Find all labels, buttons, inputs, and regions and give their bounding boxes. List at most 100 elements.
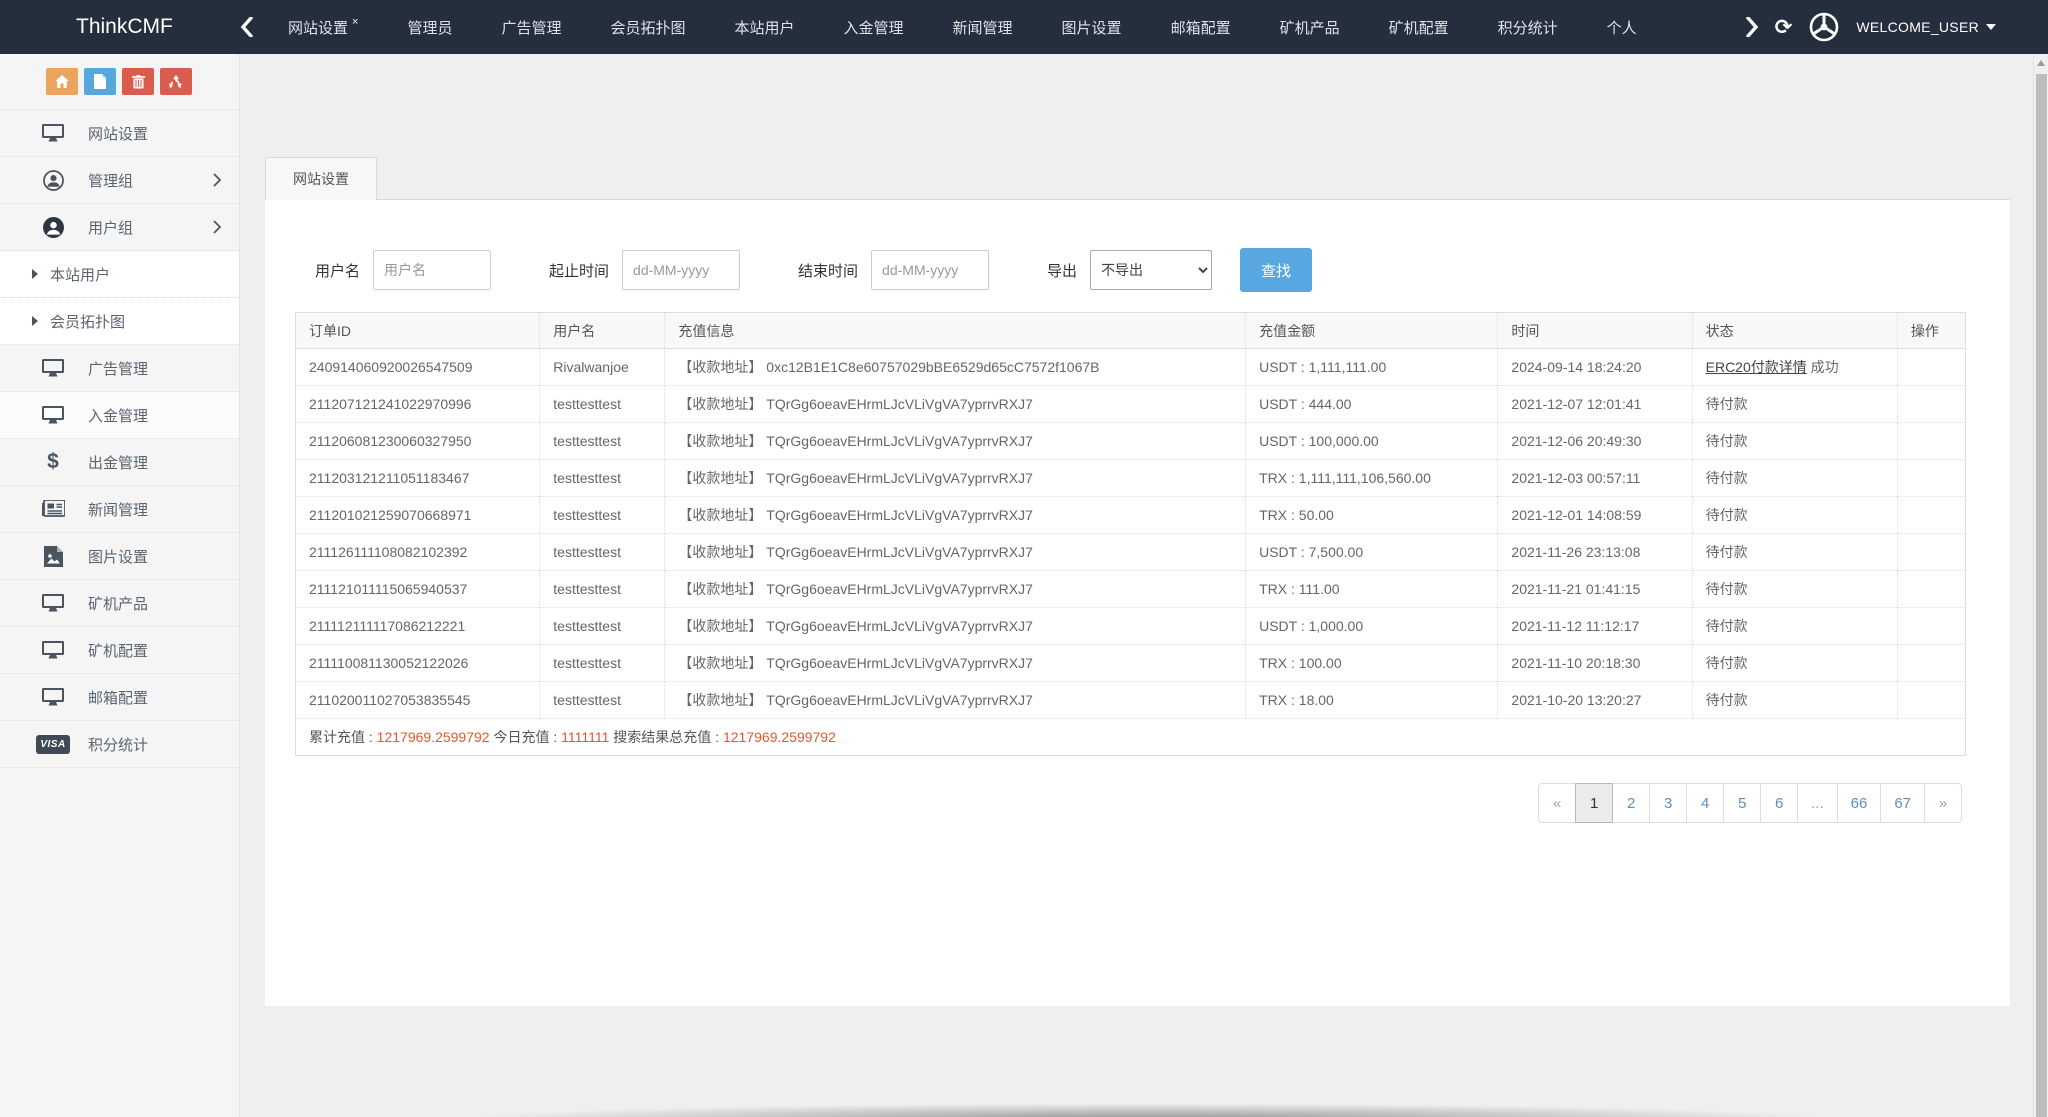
cell-actions (1897, 423, 1965, 460)
end-date-input[interactable] (871, 250, 989, 290)
sidebar-item-label: 矿机配置 (88, 640, 221, 661)
file-button[interactable] (84, 68, 116, 95)
nav-item-mailbox[interactable]: 邮箱配置 (1171, 17, 1231, 38)
table-row: 211201021259070668971 testtesttest 【收款地址… (296, 497, 1966, 534)
nav-item-miner-products[interactable]: 矿机产品 (1280, 17, 1340, 38)
nav-item-deposits[interactable]: 入金管理 (844, 17, 904, 38)
search-total-value: 1217969.2599792 (723, 729, 836, 745)
vertical-scrollbar[interactable] (2033, 54, 2048, 1117)
table-row: 211126111108082102392 testtesttest 【收款地址… (296, 534, 1966, 571)
sidebar-item-miner-products[interactable]: 矿机产品 (0, 580, 239, 627)
nav-item-member-topology[interactable]: 会员拓扑图 (610, 17, 685, 38)
avatar-wheel-icon[interactable] (1808, 11, 1840, 43)
page-next-button[interactable]: » (1924, 783, 1962, 823)
refresh-icon[interactable]: ⟳ (1775, 17, 1793, 38)
page-6-button[interactable]: 6 (1760, 783, 1798, 823)
tab-website-settings[interactable]: 网站设置 (265, 157, 377, 200)
cell-status: 待付款 (1692, 534, 1897, 571)
table-row: 211110081130052122026 testtesttest 【收款地址… (296, 645, 1966, 682)
sidebar-item-mailbox[interactable]: 邮箱配置 (0, 674, 239, 721)
recycle-button[interactable] (160, 68, 192, 95)
sidebar-item-label: 图片设置 (88, 546, 221, 567)
tab-bar: 网站设置 (265, 157, 2010, 200)
table-row: 240914060920026547509 Rivalwanjoe 【收款地址】… (296, 349, 1966, 386)
nav-item-news[interactable]: 新闻管理 (953, 17, 1013, 38)
username-label: 用户名 (315, 260, 360, 281)
username-input[interactable] (373, 250, 491, 290)
sidebar-item-user-group[interactable]: 用户组 (0, 204, 239, 251)
page-2-button[interactable]: 2 (1612, 783, 1650, 823)
monitor-icon (40, 641, 66, 660)
cell-amount: USDT : 1,111,111.00 (1246, 349, 1498, 386)
sidebar-item-miner-config[interactable]: 矿机配置 (0, 627, 239, 674)
cell-deposit-info: 【收款地址】 TQrGg6oeavEHrmLJcVLiVgVA7yprrvRXJ… (665, 460, 1246, 497)
col-actions: 操作 (1897, 313, 1965, 349)
sidebar-item-label: 用户组 (88, 217, 213, 238)
cell-order-id: 240914060920026547509 (296, 349, 540, 386)
col-deposit-info: 充值信息 (665, 313, 1246, 349)
sidebar-item-points-stats[interactable]: VISA 积分统计 (0, 721, 239, 768)
sidebar-subitem-member-topology[interactable]: 会员拓扑图 (0, 298, 239, 345)
trash-button[interactable] (122, 68, 154, 95)
sidebar-collapse-button[interactable] (240, 17, 274, 37)
sidebar-item-label: 邮箱配置 (88, 687, 221, 708)
cell-time: 2021-11-10 20:18:30 (1498, 645, 1692, 682)
cell-order-id: 211203121211051183467 (296, 460, 540, 497)
home-button[interactable] (46, 68, 78, 95)
scrollbar-thumb[interactable] (2036, 74, 2047, 1117)
cell-time: 2021-10-20 13:20:27 (1498, 682, 1692, 719)
search-total-label: 搜索结果总充值 : (609, 729, 723, 745)
nav-item-website-settings[interactable]: 网站设置× (288, 17, 358, 38)
table-row: 211203121211051183467 testtesttest 【收款地址… (296, 460, 1966, 497)
cell-status: 待付款 (1692, 682, 1897, 719)
sidebar-subitem-site-users[interactable]: 本站用户 (0, 251, 239, 298)
col-status: 状态 (1692, 313, 1897, 349)
nav-item-points-stats[interactable]: 积分统计 (1498, 17, 1558, 38)
page-5-button[interactable]: 5 (1723, 783, 1761, 823)
cell-status: 待付款 (1692, 386, 1897, 423)
cell-order-id: 211201021259070668971 (296, 497, 540, 534)
col-order-id: 订单ID (296, 313, 540, 349)
cell-amount: TRX : 1,111,111,106,560.00 (1246, 460, 1498, 497)
scroll-up-button[interactable] (2034, 54, 2048, 72)
export-select[interactable]: 不导出 (1090, 250, 1212, 290)
dollar-icon: $ (40, 450, 66, 474)
close-icon[interactable]: × (352, 17, 358, 28)
page-1-button[interactable]: 1 (1575, 783, 1613, 823)
search-button[interactable]: 查找 (1240, 248, 1312, 292)
page-3-button[interactable]: 3 (1649, 783, 1687, 823)
nav-item-admins[interactable]: 管理员 (407, 17, 452, 38)
cell-time: 2024-09-14 18:24:20 (1498, 349, 1692, 386)
page-67-button[interactable]: 67 (1880, 783, 1925, 823)
nav-item-site-users[interactable]: 本站用户 (735, 17, 795, 38)
sidebar-item-image-settings[interactable]: 图片设置 (0, 533, 239, 580)
page-66-button[interactable]: 66 (1837, 783, 1882, 823)
start-date-input[interactable] (622, 250, 740, 290)
nav-item-images[interactable]: 图片设置 (1062, 17, 1122, 38)
cell-status: 待付款 (1692, 608, 1897, 645)
total-deposit-label: 累计充值 : (309, 729, 377, 745)
nav-item-miner-config[interactable]: 矿机配置 (1389, 17, 1449, 38)
sidebar-item-withdrawals[interactable]: $ 出金管理 (0, 439, 239, 486)
sidebar-item-deposits[interactable]: 入金管理 (0, 392, 239, 439)
cell-amount: TRX : 111.00 (1246, 571, 1498, 608)
user-menu[interactable]: WELCOME_USER (1856, 19, 1996, 35)
page-4-button[interactable]: 4 (1686, 783, 1724, 823)
caret-right-icon (32, 316, 38, 326)
table-row: 211207121241022970996 testtesttest 【收款地址… (296, 386, 1966, 423)
sidebar-item-website-settings[interactable]: 网站设置 (0, 110, 239, 157)
cell-status: 待付款 (1692, 571, 1897, 608)
cell-order-id: 211020011027053835545 (296, 682, 540, 719)
cell-time: 2021-12-03 00:57:11 (1498, 460, 1692, 497)
erc20-detail-link[interactable]: ERC20付款详情 (1706, 359, 1807, 375)
nav-item-personal[interactable]: 个人 (1607, 17, 1637, 38)
nav-item-ads[interactable]: 广告管理 (501, 17, 561, 38)
table-row: 211206081230060327950 testtesttest 【收款地址… (296, 423, 1966, 460)
monitor-icon (40, 359, 66, 378)
sidebar-item-ads[interactable]: 广告管理 (0, 345, 239, 392)
chevron-right-icon[interactable] (1746, 17, 1759, 37)
sidebar-item-admin-group[interactable]: 管理组 (0, 157, 239, 204)
sidebar-item-news[interactable]: 新闻管理 (0, 486, 239, 533)
page-prev-button[interactable]: « (1538, 783, 1576, 823)
monitor-icon (40, 688, 66, 707)
